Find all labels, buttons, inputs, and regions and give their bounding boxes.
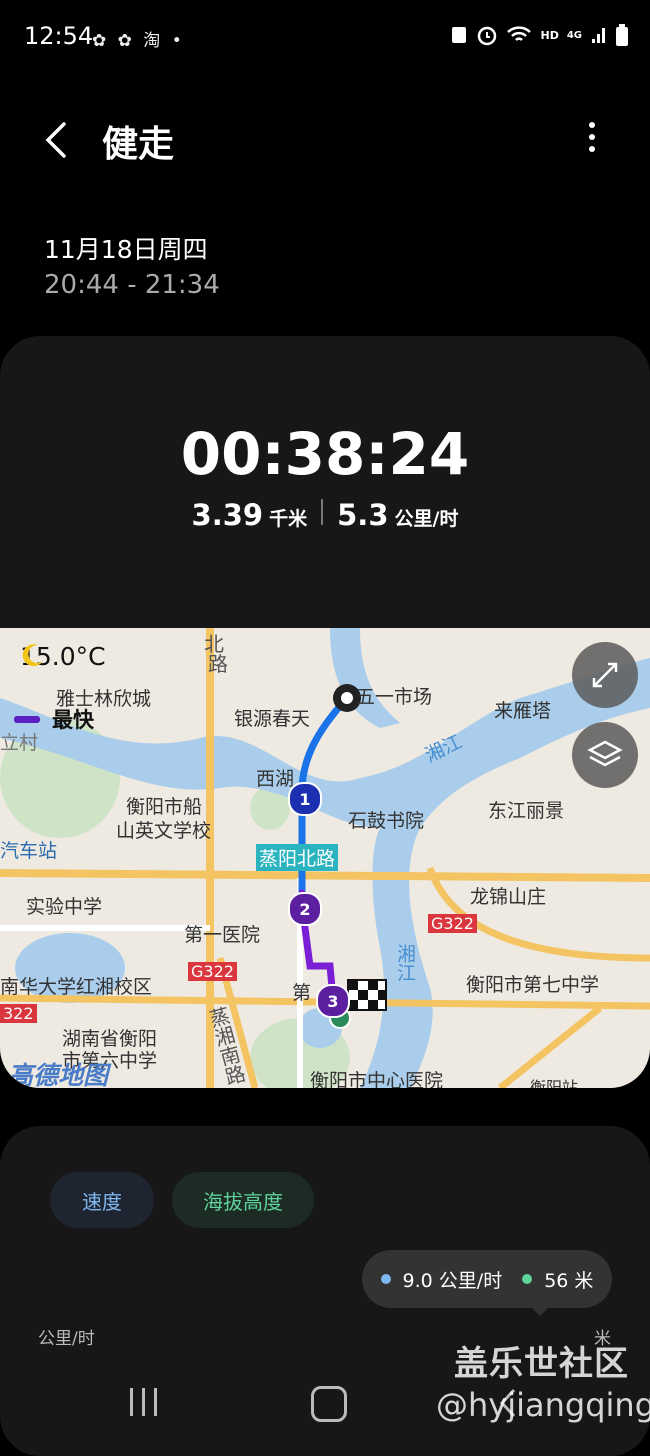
- status-time: 12:54: [24, 22, 94, 50]
- map-label: 五一市场: [356, 686, 433, 708]
- map-label: 东江丽景: [488, 800, 565, 822]
- layers-icon: [587, 740, 623, 767]
- map-label: 实验中学: [26, 896, 103, 918]
- map-label: 第一医院: [184, 924, 261, 946]
- map-label: 衡阳市船: [126, 796, 203, 818]
- altitude-dot: [522, 1274, 533, 1284]
- map-label: 西湖: [256, 768, 295, 790]
- recents-button[interactable]: [130, 1388, 166, 1420]
- distance-value: 3.39: [191, 498, 264, 532]
- more-options-button[interactable]: [578, 122, 606, 158]
- tooltip-pointer: [530, 1306, 550, 1316]
- tab-speed[interactable]: 速度: [50, 1172, 154, 1228]
- wifi-icon: [507, 26, 532, 41]
- duration: 00:38:24: [180, 420, 470, 488]
- distance-unit: 千米: [269, 508, 308, 530]
- map-label: 衡阳市第七中学: [466, 974, 600, 996]
- speed-value: 5.3: [337, 498, 389, 532]
- watermark-title: 盖乐世社区: [454, 1344, 629, 1384]
- map-label: 第: [292, 982, 312, 1004]
- map-label: 湘江: [394, 944, 416, 982]
- workout-time-range: 20:44 - 21:34: [44, 270, 220, 300]
- legend-label: 最快: [52, 708, 94, 732]
- status-icons: HD 4G: [450, 24, 628, 46]
- metrics-row: 3.39 千米 5.3 公里/时: [0, 498, 650, 532]
- route-legend: 最快: [14, 704, 94, 734]
- amap-logo: 高德地图: [8, 1061, 109, 1088]
- network-label: 4G: [566, 29, 582, 41]
- map-label: 322: [0, 1004, 37, 1023]
- tooltip-altitude: 56 米: [544, 1269, 594, 1292]
- route-marker-3: 3: [316, 984, 350, 1018]
- map-label: 衡阳站: [530, 1078, 579, 1088]
- back-button[interactable]: [38, 118, 78, 162]
- tab-altitude[interactable]: 海拔高度: [172, 1172, 314, 1228]
- speed-dot: [380, 1274, 391, 1284]
- moon-icon: [22, 644, 43, 667]
- map-label: G322: [428, 914, 477, 933]
- page-title: 健走: [102, 124, 175, 165]
- signal-icon: [592, 28, 605, 43]
- map-label: 南华大学红湘校区: [0, 976, 153, 998]
- speed-unit: 公里/时: [394, 508, 459, 530]
- map-label: 山英文学校: [116, 820, 212, 842]
- expand-icon: [592, 662, 618, 688]
- status-app-icons: ✿ ✿ 淘 •: [92, 31, 185, 51]
- map-label: 蒸阳北路: [256, 844, 339, 871]
- route-marker-2: 2: [288, 892, 322, 926]
- map-layers-button[interactable]: [572, 722, 638, 788]
- battery-icon: [616, 24, 628, 46]
- route-map[interactable]: 1 2 3 雅士林欣城 银源春天 五一市场 来雁塔 湘江 西湖 石鼓书院 东江丽…: [0, 628, 650, 1088]
- map-label: 衡阳市中心医院: [310, 1070, 444, 1088]
- map-label: 来雁塔: [494, 700, 552, 722]
- alarm-icon: [478, 26, 497, 46]
- map-label: 龙锦山庄: [470, 886, 547, 908]
- map-label: 石鼓书院: [348, 810, 425, 832]
- chart-tooltip: 9.0 公里/时 56 米: [362, 1250, 612, 1308]
- map-label: 路: [208, 652, 228, 676]
- home-button[interactable]: [311, 1386, 347, 1422]
- legend-swatch: [14, 715, 40, 723]
- workout-date: 11月18日周四: [44, 235, 208, 264]
- expand-map-button[interactable]: [572, 642, 638, 708]
- watermark-user: @hyjiangqing: [436, 1386, 650, 1424]
- tooltip-speed: 9.0 公里/时: [402, 1269, 503, 1292]
- map-label: 银源春天: [234, 708, 311, 730]
- map-label: G322: [188, 962, 237, 981]
- hd-label: HD: [540, 28, 559, 42]
- metric-divider: [321, 499, 324, 525]
- map-label: 汽车站: [0, 840, 58, 862]
- chart-y-unit-left: 公里/时: [38, 1329, 95, 1349]
- battery-saver-icon: [452, 27, 467, 43]
- weather-info: 15.0°C: [20, 642, 106, 671]
